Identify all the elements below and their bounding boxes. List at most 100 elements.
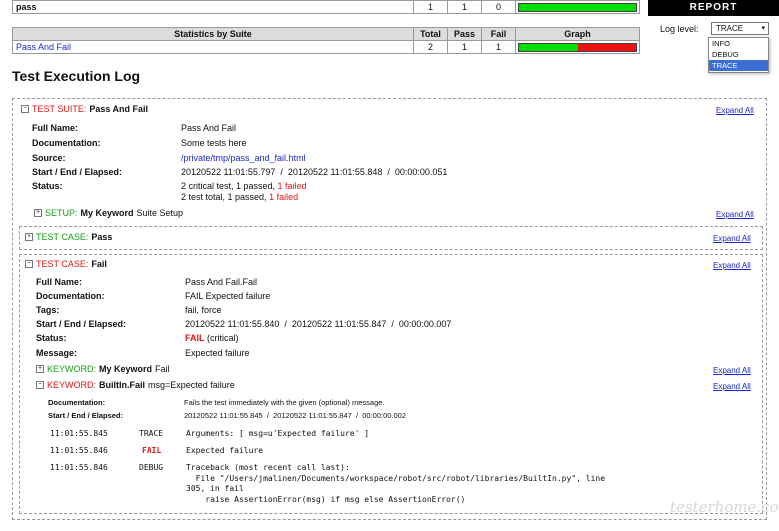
log-level-select[interactable]: TRACE ▾ xyxy=(711,22,769,35)
status-text: 2 test total, 1 passed, xyxy=(181,192,270,202)
suite-statistics-table: Statistics by Suite Total Pass Fail Grap… xyxy=(12,27,640,54)
field-label: Message: xyxy=(36,348,78,358)
status-badge: FAIL xyxy=(185,333,205,343)
field-label: Documentation: xyxy=(36,291,105,301)
case-times: 20120522 11:01:55.840 / 20120522 11:01:5… xyxy=(185,319,452,329)
setup-prefix: SETUP: xyxy=(45,208,78,218)
case-message: Expected failure xyxy=(185,348,250,358)
expand-all-link[interactable]: Expand All xyxy=(716,106,754,115)
table-row: Pass And Fail 2 1 1 xyxy=(12,40,640,54)
tag-statistics-table: pass 1 1 0 xyxy=(12,0,640,14)
field-label: Start / End / Elapsed: xyxy=(32,167,123,177)
col-header: Fail xyxy=(481,27,516,41)
suite-status-line2: 2 test total, 1 passed, 1 failed xyxy=(181,192,298,202)
col-header: Pass xyxy=(447,27,482,41)
case-status: FAIL (critical) xyxy=(185,333,239,343)
field-label: Status: xyxy=(36,333,67,343)
log-level-option-debug[interactable]: DEBUG xyxy=(709,49,768,60)
field-label: Status: xyxy=(32,181,63,191)
expand-all-link[interactable]: Expand All xyxy=(713,261,751,270)
keyword-name: My Keyword xyxy=(99,364,153,374)
collapse-icon[interactable]: − xyxy=(25,260,33,268)
field-label: Tags: xyxy=(36,305,60,315)
status-text: 2 critical test, 1 passed, xyxy=(181,181,278,191)
log-level-label: Log level: xyxy=(660,24,699,34)
test-case-pass-header[interactable]: + TEST CASE: Pass xyxy=(25,232,112,242)
case-prefix: TEST CASE: xyxy=(36,232,89,242)
stat-pass: 1 xyxy=(447,0,482,14)
keyword-header[interactable]: + KEYWORD: My Keyword Fail xyxy=(36,364,170,374)
col-header: Statistics by Suite xyxy=(12,27,414,41)
stat-pass: 1 xyxy=(447,40,482,54)
suite-name-cell: Pass And Fail xyxy=(12,40,414,54)
failed-count: 1 failed xyxy=(277,181,307,191)
field-label: Full Name: xyxy=(32,123,79,133)
log-level-value: TRACE xyxy=(716,24,744,33)
case-name: Pass xyxy=(91,232,113,242)
expand-all-link[interactable]: Expand All xyxy=(713,234,751,243)
case-name: Fail xyxy=(91,259,107,269)
page-title: Test Execution Log xyxy=(12,68,141,84)
message-level: TRACE xyxy=(139,429,164,438)
log-level-option-trace[interactable]: TRACE xyxy=(709,60,768,71)
table-row: pass 1 1 0 xyxy=(12,0,640,14)
expand-icon[interactable]: + xyxy=(36,365,44,373)
stat-name: pass xyxy=(12,0,414,14)
message-time: 11:01:55.846 xyxy=(50,463,108,472)
suite-link[interactable]: Pass And Fail xyxy=(16,42,71,52)
failed-count: 1 failed xyxy=(269,192,299,202)
expand-icon[interactable]: + xyxy=(34,209,42,217)
message-text: Arguments: [ msg=u'Expected failure' ] xyxy=(186,429,370,438)
field-label: Source: xyxy=(32,153,66,163)
suite-source-link[interactable]: /private/tmp/pass_and_fail.html xyxy=(181,153,306,163)
expand-icon[interactable]: + xyxy=(25,233,33,241)
stat-total: 1 xyxy=(413,0,448,14)
expand-all-link[interactable]: Expand All xyxy=(716,210,754,219)
field-label: Start / End / Elapsed: xyxy=(48,411,124,420)
suite-times: 20120522 11:01:55.797 / 20120522 11:01:5… xyxy=(181,167,448,177)
log-level-option-info[interactable]: INFO xyxy=(709,38,768,49)
stat-total: 2 xyxy=(413,40,448,54)
stat-fail: 0 xyxy=(481,0,516,14)
field-label: Start / End / Elapsed: xyxy=(36,319,127,329)
stat-fail: 1 xyxy=(481,40,516,54)
suite-full-name: Pass And Fail xyxy=(181,123,237,133)
suite-header[interactable]: − TEST SUITE: Pass And Fail xyxy=(21,104,148,114)
collapse-icon[interactable]: − xyxy=(21,105,29,113)
case-tags: fail, force xyxy=(185,305,222,315)
col-header: Graph xyxy=(515,27,640,41)
expand-all-link[interactable]: Expand All xyxy=(713,382,751,391)
stat-graph xyxy=(515,40,640,54)
message-time: 11:01:55.846 xyxy=(50,446,108,455)
chevron-down-icon: ▾ xyxy=(761,25,765,32)
watermark: testerhome.com xyxy=(670,498,779,516)
setup-name: My Keyword xyxy=(80,208,134,218)
keyword-documentation: Fails the test immediately with the give… xyxy=(184,398,385,407)
col-header: Total xyxy=(413,27,448,41)
table-header-row: Statistics by Suite Total Pass Fail Grap… xyxy=(12,27,640,41)
setup-args: Suite Setup xyxy=(136,208,184,218)
case-full-name: Pass And Fail.Fail xyxy=(185,277,258,287)
keyword-name: BuiltIn.Fail xyxy=(99,380,146,390)
message-time: 11:01:55.845 xyxy=(50,429,108,438)
stat-graph xyxy=(515,0,640,14)
pass-segment xyxy=(519,3,636,11)
keyword-prefix: KEYWORD: xyxy=(47,364,97,374)
status-note: (critical) xyxy=(207,333,239,343)
suite-name: Pass And Fail xyxy=(89,104,149,114)
pass-fail-bar xyxy=(518,42,637,52)
setup-keyword-header[interactable]: + SETUP: My Keyword Suite Setup xyxy=(34,208,183,218)
message-level: DEBUG xyxy=(139,463,164,472)
field-label: Documentation: xyxy=(48,398,106,407)
field-label: Full Name: xyxy=(36,277,83,287)
keyword-header[interactable]: − KEYWORD: BuiltIn.Fail msg=Expected fai… xyxy=(36,380,235,390)
keyword-prefix: KEYWORD: xyxy=(47,380,97,390)
report-header[interactable]: REPORT xyxy=(648,0,779,16)
field-label: Documentation: xyxy=(32,138,101,148)
pass-fail-bar xyxy=(518,2,637,12)
test-case-fail-header[interactable]: − TEST CASE: Fail xyxy=(25,259,107,269)
case-prefix: TEST CASE: xyxy=(36,259,89,269)
expand-all-link[interactable]: Expand All xyxy=(713,366,751,375)
collapse-icon[interactable]: − xyxy=(36,381,44,389)
test-case-pass-box xyxy=(19,226,763,250)
